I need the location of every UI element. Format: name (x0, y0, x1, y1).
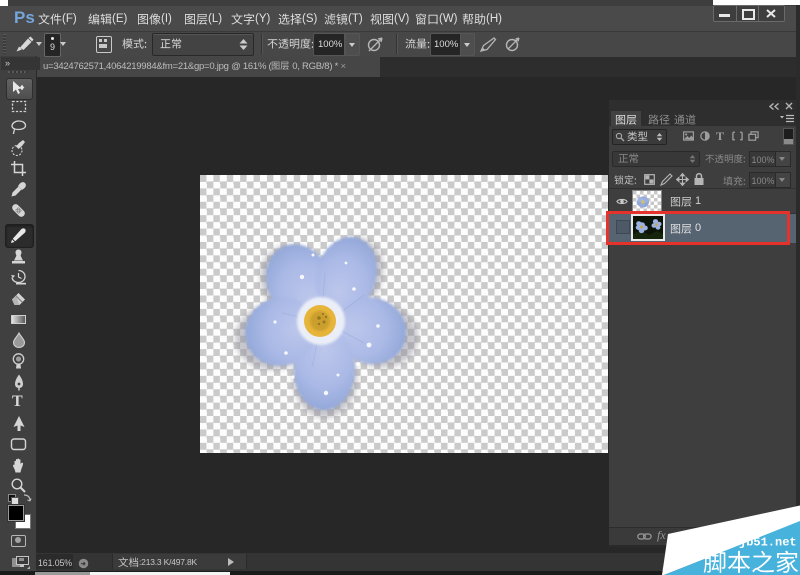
svg-text:jb51.net: jb51.net (739, 536, 797, 550)
